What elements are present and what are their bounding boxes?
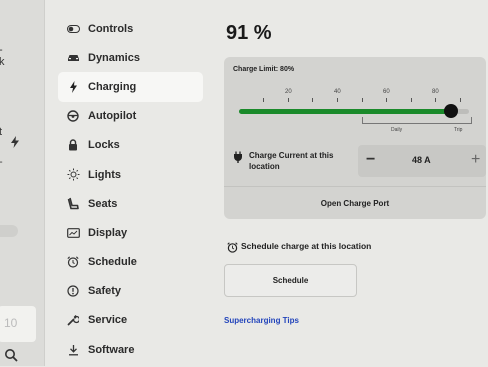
toggle-icon bbox=[66, 22, 80, 36]
menu-item-service[interactable]: Service bbox=[58, 306, 203, 335]
tick-label: 60 bbox=[383, 89, 390, 95]
menu-item-software[interactable]: Software bbox=[58, 335, 203, 364]
schedule-charge-label: Schedule charge at this location bbox=[241, 241, 372, 251]
text-fragment: k bbox=[0, 56, 5, 68]
charge-limit-label: Charge Limit: 80% bbox=[233, 66, 295, 73]
tile-text: 10 bbox=[4, 316, 18, 330]
menu-item-label: Controls bbox=[88, 22, 134, 35]
tick-label: 20 bbox=[285, 89, 292, 95]
charge-settings-card: Charge Limit: 80% 20 40 60 80 Daily Trip… bbox=[224, 57, 486, 219]
charge-current-label: Charge Current at this location bbox=[249, 151, 334, 171]
slider-tick bbox=[312, 98, 313, 102]
battery-percent: 91 % bbox=[226, 22, 272, 44]
slider-tick bbox=[386, 98, 387, 102]
toggle-pill[interactable] bbox=[0, 225, 18, 237]
supercharging-tips-link[interactable]: Supercharging Tips bbox=[224, 316, 299, 325]
previous-panel-strip: - k t - 10 bbox=[0, 0, 45, 366]
menu-item-label: Schedule bbox=[88, 256, 137, 269]
trip-label: Trip bbox=[454, 127, 463, 133]
menu-item-locks[interactable]: Locks bbox=[58, 131, 203, 160]
menu-item-autopilot[interactable]: Autopilot bbox=[58, 102, 203, 131]
menu-item-label: Software bbox=[88, 343, 135, 356]
alert-circle-icon bbox=[66, 284, 80, 298]
input-tile[interactable]: 10 bbox=[0, 306, 36, 342]
bolt-icon bbox=[10, 136, 20, 151]
menu-item-schedule[interactable]: Schedule bbox=[58, 248, 203, 277]
charge-current-stepper: − 48 A + bbox=[358, 145, 486, 177]
tick-label: 40 bbox=[334, 89, 341, 95]
sun-icon bbox=[66, 168, 80, 182]
text-fragment: - bbox=[0, 44, 3, 56]
tick-label: 80 bbox=[432, 89, 439, 95]
decrease-button[interactable]: − bbox=[366, 151, 375, 169]
schedule-button[interactable]: Schedule bbox=[224, 264, 357, 297]
menu-item-charging[interactable]: Charging bbox=[58, 72, 203, 102]
text-fragment: t bbox=[0, 126, 3, 138]
charge-current-value: 48 A bbox=[412, 155, 431, 165]
menu-item-label: Display bbox=[88, 226, 128, 239]
slider-tick bbox=[288, 98, 289, 102]
menu-item-controls[interactable]: Controls bbox=[58, 14, 203, 43]
open-charge-port-button[interactable]: Open Charge Port bbox=[224, 186, 486, 220]
slider-tick bbox=[460, 98, 461, 102]
daily-trip-bracket bbox=[362, 117, 472, 124]
menu-item-label: Seats bbox=[88, 197, 118, 210]
bolt-icon bbox=[66, 80, 80, 94]
slider-tick bbox=[435, 98, 436, 102]
slider-tick bbox=[263, 98, 264, 102]
menu-item-label: Service bbox=[88, 314, 128, 327]
charge-limit-fill bbox=[239, 109, 454, 114]
menu-item-dynamics[interactable]: Dynamics bbox=[58, 43, 203, 72]
display-icon bbox=[66, 226, 80, 240]
slider-tick bbox=[362, 98, 363, 102]
menu-item-label: Safety bbox=[88, 285, 122, 298]
menu-item-label: Charging bbox=[88, 80, 137, 93]
daily-label: Daily bbox=[391, 127, 403, 133]
menu-item-lights[interactable]: Lights bbox=[58, 160, 203, 189]
car-icon bbox=[66, 51, 80, 65]
seat-icon bbox=[66, 197, 80, 211]
wrench-icon bbox=[66, 313, 80, 327]
download-icon bbox=[66, 343, 80, 357]
text-fragment: - bbox=[0, 156, 3, 168]
settings-menu: Controls Dynamics Charging Autopilot Loc… bbox=[58, 14, 203, 364]
menu-item-label: Locks bbox=[88, 139, 120, 152]
menu-item-display[interactable]: Display bbox=[58, 218, 203, 247]
charge-limit-handle[interactable] bbox=[444, 104, 458, 118]
menu-item-label: Autopilot bbox=[88, 110, 137, 123]
steering-wheel-icon bbox=[66, 109, 80, 123]
lock-icon bbox=[66, 138, 80, 152]
search-icon[interactable] bbox=[4, 348, 18, 362]
slider-tick bbox=[411, 98, 412, 102]
plug-icon bbox=[233, 150, 243, 163]
menu-item-seats[interactable]: Seats bbox=[58, 189, 203, 218]
alarm-clock-icon bbox=[66, 255, 80, 269]
increase-button[interactable]: + bbox=[471, 151, 480, 169]
alarm-clock-icon bbox=[227, 240, 238, 253]
menu-item-safety[interactable]: Safety bbox=[58, 277, 203, 306]
menu-item-label: Lights bbox=[88, 168, 121, 181]
menu-item-label: Dynamics bbox=[88, 51, 140, 64]
slider-tick bbox=[337, 98, 338, 102]
